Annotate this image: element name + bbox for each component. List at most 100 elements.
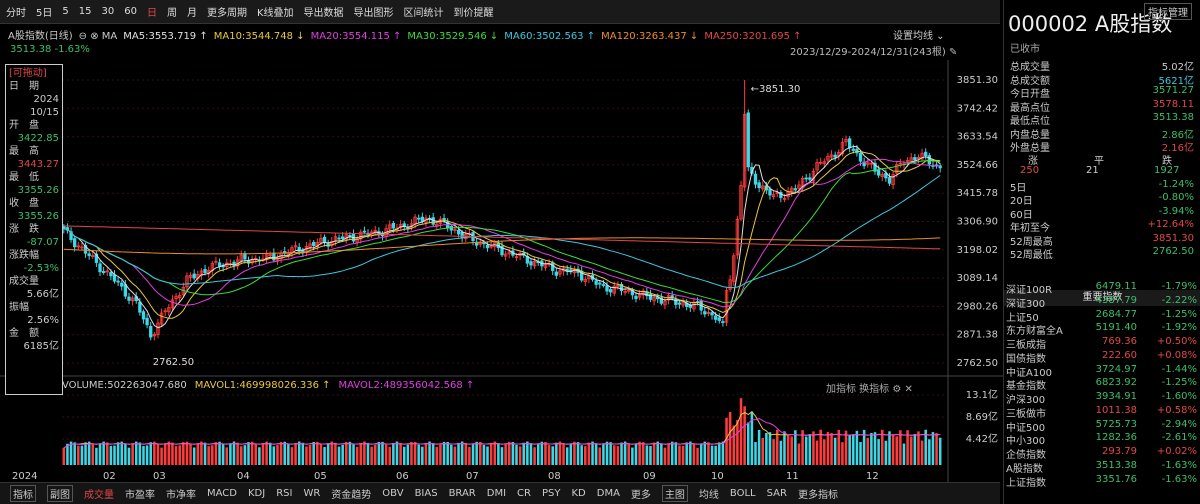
volume-bar xyxy=(174,446,178,465)
period-11[interactable]: 导出数据 xyxy=(304,4,344,19)
volume-bar xyxy=(312,441,315,465)
indicator-18[interactable]: 更多 xyxy=(631,486,651,501)
index-row[interactable]: 沪深300 3934.91 -1.60% xyxy=(1006,391,1199,406)
volume-bar xyxy=(348,441,352,465)
period-5[interactable]: 60 xyxy=(124,6,137,17)
candle-body xyxy=(138,301,142,313)
perf-row: 20日 -0.80% xyxy=(1008,192,1196,207)
index-row[interactable]: 深证300 4387.79 -2.22% xyxy=(1006,294,1199,310)
index-row[interactable]: 中证A100 3724.97 -1.44% xyxy=(1006,364,1199,379)
volume-bar xyxy=(536,444,540,465)
indicator-4[interactable]: 市净率 xyxy=(166,486,196,501)
indicator-1[interactable]: 副图 xyxy=(47,485,73,502)
indicator-8[interactable]: WR xyxy=(303,488,320,499)
period-10[interactable]: K线叠加 xyxy=(257,4,294,19)
period-2[interactable]: 5 xyxy=(62,6,68,17)
indicator-16[interactable]: KD xyxy=(571,488,585,499)
period-1[interactable]: 5日 xyxy=(36,4,52,19)
volume-bar xyxy=(580,445,583,465)
volume-bar xyxy=(352,444,355,465)
indicator-17[interactable]: DMA xyxy=(597,488,620,499)
index-change: -1.60% xyxy=(1161,391,1197,402)
index-row[interactable]: A股指数 3513.38 -1.63% xyxy=(1006,460,1199,475)
index-price: 4387.79 xyxy=(1095,294,1137,306)
indicator-23[interactable]: 更多指标 xyxy=(798,486,838,501)
period-8[interactable]: 月 xyxy=(187,4,197,19)
indicator-20[interactable]: 均线 xyxy=(699,486,719,501)
period-14[interactable]: 到价提醒 xyxy=(454,4,494,19)
index-price: 1282.36 xyxy=(1095,432,1137,444)
candle-body xyxy=(601,284,606,286)
indicator-9[interactable]: 资金趋势 xyxy=(331,486,371,501)
index-row[interactable]: 东方财富全A 5191.40 -1.92% xyxy=(1006,322,1199,337)
settings-ma-button[interactable]: 设置均线 ⌄ xyxy=(893,27,945,42)
data-panel[interactable]: [可拖动] 日 期 2024 10/15 开 盘 3422.85 最 高 3443.27 最 低… xyxy=(5,64,63,395)
indicator-22[interactable]: SAR xyxy=(767,488,787,499)
ma-toggle-icon[interactable]: ⊖ ⊗ MA xyxy=(79,31,118,42)
candle-body xyxy=(120,282,124,287)
index-row[interactable]: 企债指数 293.79 +0.02% xyxy=(1006,446,1199,461)
volume-bar xyxy=(790,436,793,465)
indicator-2[interactable]: 成交量 xyxy=(84,486,114,501)
volume-bar xyxy=(163,443,167,465)
volume-bar xyxy=(254,444,258,465)
index-row[interactable]: 三板做市 1011.38 +0.58% xyxy=(1006,405,1199,420)
indicator-10[interactable]: OBV xyxy=(382,488,403,499)
updown-value: 1927 xyxy=(1154,165,1180,176)
indicator-15[interactable]: PSY xyxy=(542,488,561,499)
volume-bar xyxy=(424,442,428,465)
volume-tools[interactable]: 加指标 换指标 ⚙ ✕ xyxy=(826,380,913,395)
volume-bar xyxy=(841,442,844,465)
volume-bar xyxy=(873,432,877,465)
volume-bar xyxy=(341,444,344,465)
indicator-5[interactable]: MACD xyxy=(207,488,237,499)
indicator-14[interactable]: CR xyxy=(517,488,531,499)
index-change: -2.94% xyxy=(1161,418,1197,430)
period-13[interactable]: 区间统计 xyxy=(404,4,444,19)
indicator-19[interactable]: 主图 xyxy=(661,485,688,502)
indicator-12[interactable]: BRAR xyxy=(449,488,476,499)
index-row[interactable]: 深证100R 6479.11 -1.79% xyxy=(1006,281,1199,296)
volume-bar xyxy=(439,444,442,465)
quote-row: 最高点位 3578.11 xyxy=(1008,99,1196,114)
high-annotation: ←3851.30 xyxy=(751,84,801,95)
index-price: 222.60 xyxy=(1102,349,1137,361)
index-row[interactable]: 中小300 1282.36 -2.61% xyxy=(1006,432,1199,447)
indicator-3[interactable]: 市盈率 xyxy=(125,486,155,501)
volume-bar xyxy=(442,441,446,465)
volume-bar xyxy=(884,440,888,465)
index-row[interactable]: 中证500 5725.73 -2.94% xyxy=(1006,418,1199,434)
candle-body xyxy=(793,188,798,191)
indicator-21[interactable]: BOLL xyxy=(730,488,756,499)
market-status: 已收市 xyxy=(1010,44,1040,55)
indicator-0[interactable]: 指标 xyxy=(10,485,36,502)
period-12[interactable]: 导出图形 xyxy=(354,4,394,19)
indicator-7[interactable]: RSI xyxy=(276,488,292,499)
period-6[interactable]: 日 xyxy=(147,4,157,19)
candle-body xyxy=(391,222,396,229)
candle-body xyxy=(605,285,609,292)
index-row[interactable]: 国债指数 222.60 +0.08% xyxy=(1006,349,1199,365)
index-row[interactable]: 基金指数 6823.92 -1.25% xyxy=(1006,377,1199,392)
indicator-6[interactable]: KDJ xyxy=(248,488,265,499)
indicator-11[interactable]: BIAS xyxy=(415,488,438,499)
indicator-13[interactable]: DMI xyxy=(487,488,506,499)
candle-body xyxy=(402,223,406,227)
candle-body xyxy=(768,188,772,196)
index-row[interactable]: 上证50 2684.77 -1.25% xyxy=(1006,309,1199,324)
period-9[interactable]: 更多周期 xyxy=(207,4,247,19)
indicator-manage-button[interactable]: 指标管理 xyxy=(1144,3,1192,20)
period-4[interactable]: 30 xyxy=(101,6,114,17)
volume-bar xyxy=(928,439,931,465)
ma-legend: A股指数(日线) ⊖ ⊗ MA MA5:3553.719 ↑ MA10:3544.74… xyxy=(8,27,808,42)
candle-body xyxy=(149,325,153,338)
volume-bar xyxy=(207,446,210,465)
index-row[interactable]: 上证指数 3351.76 -1.63% xyxy=(1006,474,1199,489)
period-3[interactable]: 15 xyxy=(79,6,92,17)
period-7[interactable]: 周 xyxy=(167,4,177,19)
period-0[interactable]: 分时 xyxy=(6,4,26,19)
volume-bar xyxy=(395,441,399,465)
date-tick-label: 10 xyxy=(711,471,724,482)
index-row[interactable]: 三板成指 769.36 +0.50% xyxy=(1006,336,1199,351)
volume-bar xyxy=(218,441,221,465)
